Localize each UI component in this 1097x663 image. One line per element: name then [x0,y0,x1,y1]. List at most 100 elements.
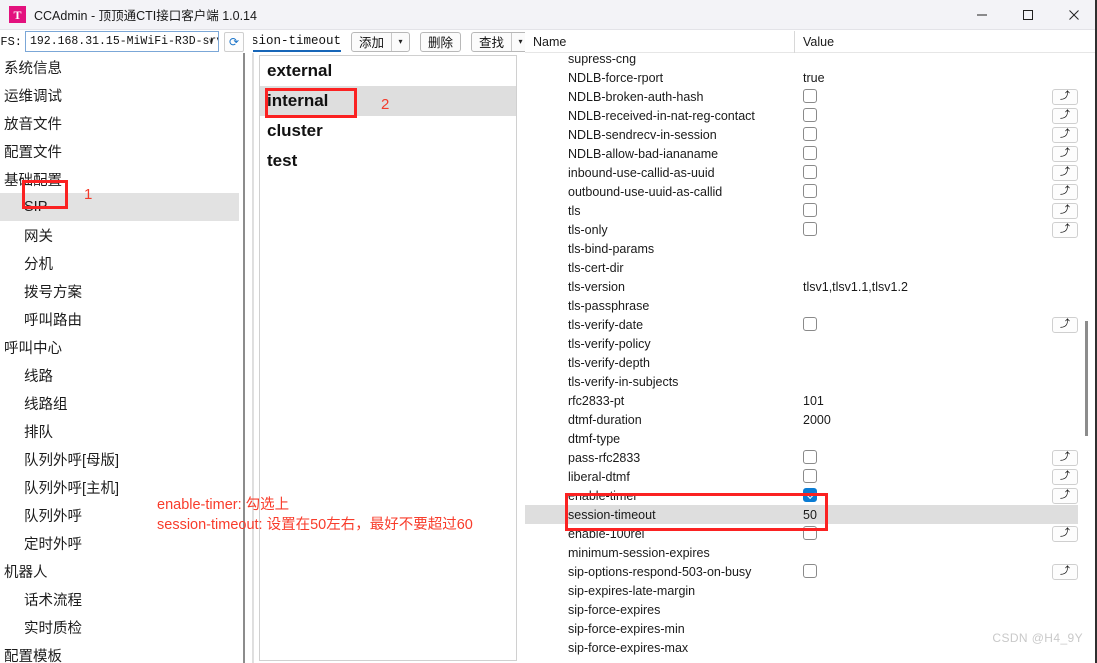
reset-value-button[interactable]: ⤴ [1052,202,1078,219]
table-cell-checkbox-checked[interactable] [803,488,817,502]
sidebar-item-12[interactable]: 线路组 [0,389,239,417]
table-cell-name: enable-timer [568,488,638,503]
sidebar-item-6[interactable]: 网关 [0,221,239,249]
sidebar-item-13[interactable]: 排队 [0,417,239,445]
table-row[interactable]: tls-version tlsv1,tlsv1.1,tlsv1.2 [525,277,1078,296]
sidebar-scrollbar[interactable] [243,53,245,663]
table-cell-value[interactable]: 2000 [803,413,831,427]
table-scrollbar-thumb[interactable] [1085,321,1088,436]
delete-button[interactable]: 删除 [420,31,462,52]
table-row[interactable]: enable-100rel ⤴ [525,524,1078,543]
reset-value-button[interactable]: ⤴ [1052,316,1078,333]
table-row[interactable]: dtmf-duration 2000 [525,410,1078,429]
table-row[interactable]: tls-verify-date ⤴ [525,315,1078,334]
sidebar-item-18[interactable]: 机器人 [0,557,239,585]
reset-value-button[interactable]: ⤴ [1052,449,1078,466]
table-row[interactable]: NDLB-force-rport true [525,68,1078,87]
reset-value-button[interactable]: ⤴ [1052,145,1078,162]
sidebar-item-4[interactable]: 基础配置 [0,165,239,193]
sidebar-item-5[interactable]: SIP [0,193,239,221]
profile-list-item[interactable]: cluster [260,116,516,146]
sidebar-item-14[interactable]: 队列外呼[母版] [0,445,239,473]
reset-value-button[interactable]: ⤴ [1052,221,1078,238]
sidebar-item-3[interactable]: 配置文件 [0,137,239,165]
sidebar-item-9[interactable]: 呼叫路由 [0,305,239,333]
table-cell-checkbox[interactable] [803,526,817,540]
refresh-button[interactable]: ⟳ [224,31,244,52]
table-row[interactable]: rfc2833-pt 101 [525,391,1078,410]
sidebar-item-0[interactable]: 系统信息 [0,53,239,81]
reset-value-button[interactable]: ⤴ [1052,563,1078,580]
close-icon[interactable] [1051,0,1097,30]
table-row[interactable]: enable-timer ⤴ [525,486,1078,505]
table-cell-checkbox[interactable] [803,184,817,198]
table-cell-checkbox[interactable] [803,450,817,464]
server-select[interactable]: 192.168.31.15-MiWiFi-R3D-srv<test ∨ [25,31,219,52]
table-row[interactable]: tls-verify-in-subjects [525,372,1078,391]
table-row[interactable]: minimum-session-expires [525,543,1078,562]
sidebar-item-8[interactable]: 拨号方案 [0,277,239,305]
table-cell-checkbox[interactable] [803,108,817,122]
table-cell-checkbox[interactable] [803,564,817,578]
sidebar-item-10[interactable]: 呼叫中心 [0,333,239,361]
reset-value-button[interactable]: ⤴ [1052,468,1078,485]
table-cell-name: tls [568,203,581,218]
reset-value-button[interactable]: ⤴ [1052,525,1078,542]
table-cell-checkbox[interactable] [803,203,817,217]
reset-value-button[interactable]: ⤴ [1052,126,1078,143]
sidebar-item-2[interactable]: 放音文件 [0,109,239,137]
find-button[interactable]: 查找 ▾ [471,31,531,52]
table-row[interactable]: tls-cert-dir [525,258,1078,277]
table-cell-checkbox[interactable] [803,222,817,236]
table-row[interactable]: tls-verify-policy [525,334,1078,353]
sidebar-item-7[interactable]: 分机 [0,249,239,277]
table-row[interactable]: inbound-use-callid-as-uuid ⤴ [525,163,1078,182]
table-row[interactable]: pass-rfc2833 ⤴ [525,448,1078,467]
reset-value-button[interactable]: ⤴ [1052,164,1078,181]
table-cell-checkbox[interactable] [803,469,817,483]
table-row[interactable]: dtmf-type [525,429,1078,448]
table-row[interactable]: supress-cng [525,49,1078,68]
table-row[interactable]: sip-force-expires [525,600,1078,619]
table-cell-checkbox[interactable] [803,89,817,103]
table-row[interactable]: tls-only ⤴ [525,220,1078,239]
table-cell-value[interactable]: 50 [803,508,817,522]
table-row[interactable]: tls-verify-depth [525,353,1078,372]
table-row[interactable]: NDLB-allow-bad-iananame ⤴ [525,144,1078,163]
table-row[interactable]: sip-expires-late-margin [525,581,1078,600]
sidebar-item-20[interactable]: 实时质检 [0,613,239,641]
minimize-icon[interactable] [959,0,1005,30]
search-input[interactable]: ssion-timeout [253,31,341,52]
reset-value-button[interactable]: ⤴ [1052,183,1078,200]
profile-list-item[interactable]: test [260,146,516,176]
table-row[interactable]: NDLB-broken-auth-hash ⤴ [525,87,1078,106]
table-cell-checkbox[interactable] [803,127,817,141]
table-cell-checkbox[interactable] [803,146,817,160]
table-cell-value[interactable]: tlsv1,tlsv1.1,tlsv1.2 [803,280,908,294]
sidebar-item-19[interactable]: 话术流程 [0,585,239,613]
reset-value-button[interactable]: ⤴ [1052,107,1078,124]
table-row[interactable]: tls-bind-params [525,239,1078,258]
profile-list-item[interactable]: external [260,56,516,86]
table-row[interactable]: sip-options-respond-503-on-busy ⤴ [525,562,1078,581]
table-cell-value[interactable]: 101 [803,394,824,408]
maximize-icon[interactable] [1005,0,1051,30]
add-button[interactable]: 添加 ▾ [351,31,411,52]
sidebar-item-21[interactable]: 配置模板 [0,641,239,663]
table-cell-checkbox[interactable] [803,165,817,179]
table-row[interactable]: liberal-dtmf ⤴ [525,467,1078,486]
sidebar-item-1[interactable]: 运维调试 [0,81,239,109]
sidebar-item-11[interactable]: 线路 [0,361,239,389]
table-row[interactable]: NDLB-sendrecv-in-session ⤴ [525,125,1078,144]
reset-value-button[interactable]: ⤴ [1052,487,1078,504]
table-cell-checkbox[interactable] [803,317,817,331]
table-row[interactable]: outbound-use-uuid-as-callid ⤴ [525,182,1078,201]
table-row[interactable]: NDLB-received-in-nat-reg-contact ⤴ [525,106,1078,125]
table-row[interactable]: session-timeout 50 [525,505,1078,524]
chevron-down-icon[interactable]: ▾ [392,33,409,51]
table-row[interactable]: tls ⤴ [525,201,1078,220]
reset-arrow-icon: ⤴ [1060,451,1070,463]
table-row[interactable]: tls-passphrase [525,296,1078,315]
reset-value-button[interactable]: ⤴ [1052,88,1078,105]
table-cell-value[interactable]: true [803,71,825,85]
